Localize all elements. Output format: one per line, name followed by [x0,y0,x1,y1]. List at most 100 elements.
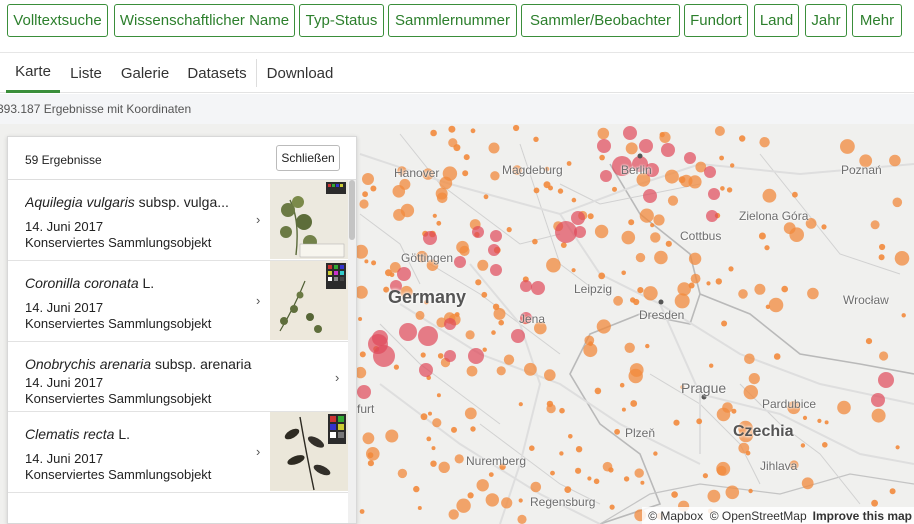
result-item-date: 14. Juni 2017 [25,451,104,466]
cluster-marker [706,210,718,222]
occurrence-marker [571,197,577,203]
occurrence-marker [568,434,573,439]
results-scrollbar[interactable] [348,180,356,523]
occurrence-marker [634,468,644,478]
filter-collector-button[interactable]: Sammler/Beobachter [521,4,680,37]
filter-year-button[interactable]: Jahr [805,4,847,37]
occurrence-marker [614,428,620,435]
occurrence-marker [730,163,735,168]
occurrence-marker [432,418,442,428]
filter-more-button[interactable]: Mehr [852,4,902,37]
occurrence-marker [362,191,368,198]
cluster-marker [444,350,456,362]
place-label-gottingen: Göttingen [401,251,454,265]
tab-map[interactable]: Karte [6,53,60,93]
place-label-plzen: Plzeň [625,426,656,440]
place-label-prague: Prague [681,380,727,396]
result-item[interactable]: Coronilla coronata L. 14. Juni 2017 Kons… [8,261,348,342]
occurrence-marker [548,185,553,191]
cluster-marker [357,385,371,399]
result-item[interactable]: Onobrychis arenaria subsp. arenaria 14. … [8,342,348,412]
occurrence-marker [533,187,540,194]
occurrence-marker [837,400,851,415]
attribution-mapbox[interactable]: © Mapbox [648,509,703,523]
place-label-wroclaw: Wrocław [843,293,889,307]
filter-collector-number-button[interactable]: Sammlernummer [388,4,517,37]
app: Volltextsuche Wissenschaftlicher Name Ty… [0,0,914,524]
result-item[interactable]: Aquilegia vulgaris subsp. vulga... 14. J… [8,180,348,261]
occurrence-marker [431,446,436,451]
occurrence-marker [448,138,458,148]
occurrence-marker [587,213,594,220]
occurrence-marker [739,135,746,142]
occurrence-marker [393,364,399,370]
occurrence-marker [370,185,377,192]
place-label-regensburg: Regensburg [530,495,596,509]
occurrence-marker [389,272,395,278]
occurrence-marker [879,351,889,361]
occurrence-marker [609,504,615,510]
result-item[interactable] [8,493,348,523]
occurrence-marker [430,129,437,137]
chevron-right-icon: › [335,370,340,385]
result-item[interactable]: Clematis recta L. 14. Juni 2017 Konservi… [8,412,348,493]
occurrence-marker [714,126,725,136]
cluster-marker [454,256,466,268]
occurrence-marker [518,402,523,407]
improve-map-link[interactable]: Improve this map [813,509,912,523]
filter-fulltext-button[interactable]: Volltextsuche [7,4,108,37]
chevron-right-icon: › [256,293,261,308]
occurrence-marker [762,188,777,203]
occurrence-marker [415,310,425,320]
occurrence-marker [726,187,733,193]
cluster-marker [444,318,456,330]
occurrence-marker [623,476,630,482]
filter-country-button[interactable]: Land [754,4,799,37]
cluster-marker [600,170,612,182]
occurrence-marker [773,353,781,360]
specimen-thumbnail[interactable] [270,180,348,259]
occurrence-marker [506,227,512,233]
tab-download[interactable]: Download [262,53,338,93]
occurrence-marker [566,161,572,166]
occurrence-marker [840,139,855,154]
occurrence-marker [696,418,703,425]
occurrence-marker [650,223,655,228]
name-suffix: subsp. vulga... [134,194,229,210]
occurrence-marker [529,445,535,452]
occurrence-marker [645,343,650,349]
attribution-osm[interactable]: © OpenStreetMap [710,509,807,523]
specimen-thumbnail[interactable] [270,412,348,491]
cluster-marker [397,267,411,281]
occurrence-marker [709,363,714,368]
occurrence-marker [781,285,788,293]
close-button[interactable]: Schließen [276,145,340,171]
occurrence-marker [596,319,611,334]
occurrence-marker [715,278,722,285]
occurrence-marker [807,287,819,300]
occurrence-marker [680,174,693,188]
filter-type-status-button[interactable]: Typ-Status [299,4,384,37]
occurrence-marker [485,493,499,507]
occurrence-marker [477,259,489,271]
tab-gallery[interactable]: Galerie [114,53,176,93]
tab-datasets[interactable]: Datasets [182,53,252,93]
cluster-marker [623,126,637,140]
occurrence-marker [870,220,880,230]
occurrence-marker [417,506,422,510]
occurrence-marker [889,488,896,495]
filter-scientific-name-button[interactable]: Wissenschaftlicher Name [114,4,295,37]
occurrence-marker [817,418,822,423]
occurrence-marker [625,142,638,155]
occurrence-marker [550,470,555,476]
occurrence-marker [448,125,456,133]
occurrence-marker [748,488,753,494]
cluster-marker [488,244,500,256]
filter-locality-button[interactable]: Fundort [684,4,748,37]
occurrence-marker [481,291,488,298]
scrollbar-thumb[interactable] [349,180,355,240]
occurrence-marker [758,232,766,240]
occurrence-marker [650,232,661,243]
specimen-thumbnail[interactable] [270,261,348,340]
tab-list[interactable]: Liste [64,53,108,93]
